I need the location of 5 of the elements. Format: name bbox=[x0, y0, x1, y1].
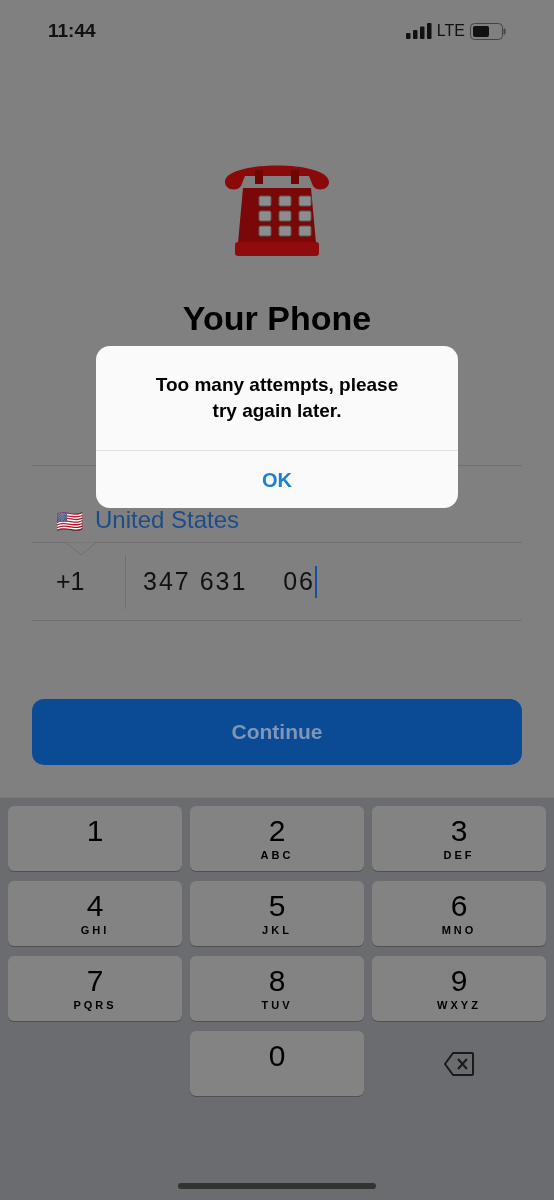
country-code: +1 bbox=[32, 554, 126, 609]
page-title: Your Phone bbox=[181, 298, 373, 338]
status-time: 11:44 bbox=[48, 18, 96, 43]
alert-message: Too many attempts, please try again later. bbox=[154, 373, 400, 423]
network-label: LTE bbox=[436, 21, 465, 41]
